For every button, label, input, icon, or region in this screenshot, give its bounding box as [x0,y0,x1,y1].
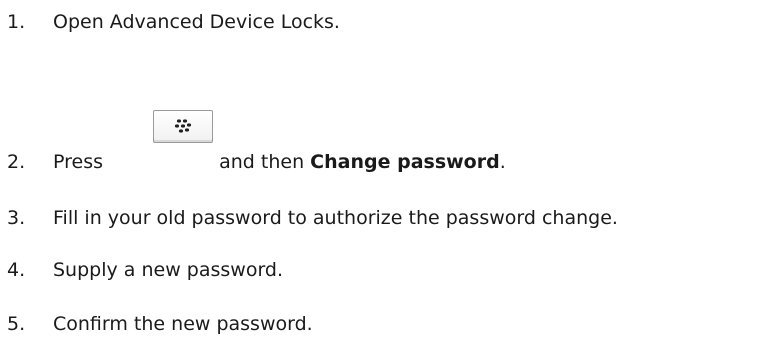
step-text: Confirm the new password. [53,313,313,335]
step-number: 2. [7,151,26,173]
step-number: 1. [7,11,26,33]
step-number: 5. [7,313,26,335]
blackberry-menu-key-icon [153,110,213,143]
step-text: Open Advanced Device Locks. [53,11,340,33]
step-text: Supply a new password. [53,259,284,281]
step-text-before: Press [53,151,104,173]
step-text-after: . [499,151,506,173]
step-number: 3. [7,207,26,229]
change-password-label: Change password [310,151,500,173]
step-text: Press and then Change password. [53,149,506,175]
step-text: Fill in your old password to authorize t… [53,207,618,229]
step-number: 4. [7,259,26,281]
step-text-middle: and then [219,151,305,173]
